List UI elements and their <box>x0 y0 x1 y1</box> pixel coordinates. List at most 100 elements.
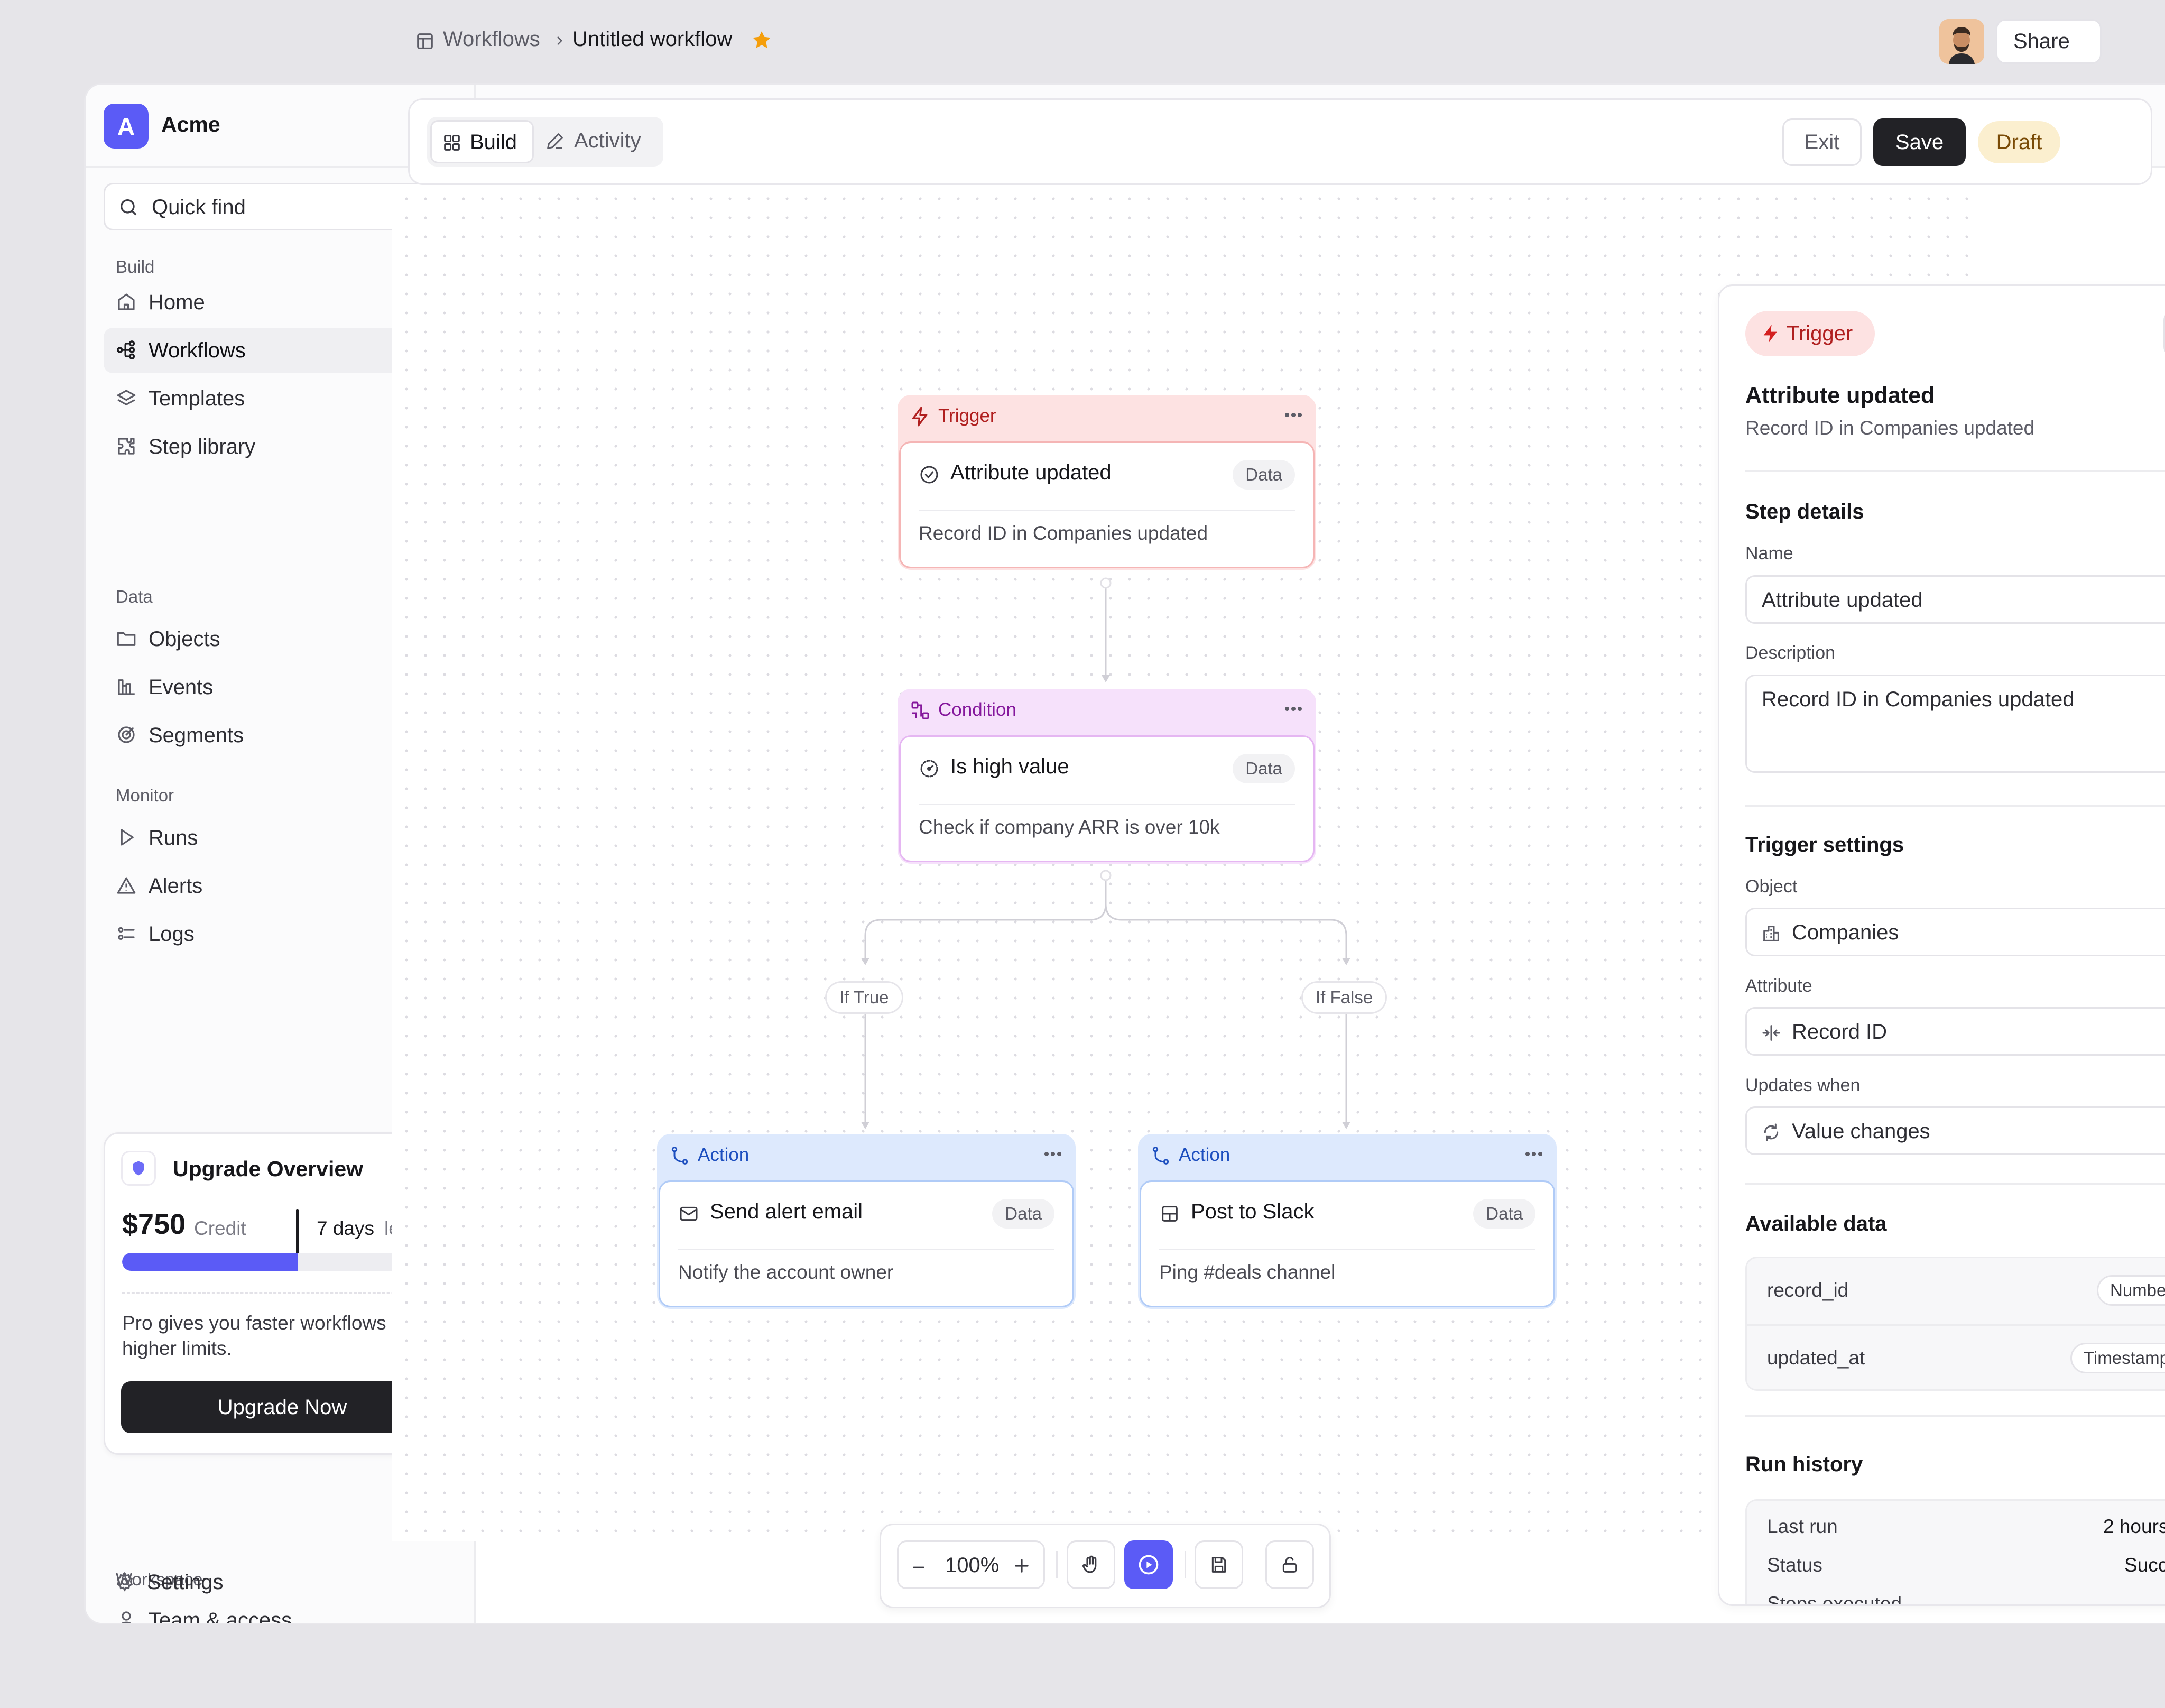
divider <box>1745 470 2165 472</box>
sidebar-item-label: Home <box>149 291 205 314</box>
status-badge: Draft <box>1978 121 2060 163</box>
action-node-email[interactable]: Action Send alert email Data Notify the … <box>657 1134 1076 1309</box>
zoom-in-icon[interactable] <box>1012 1556 1032 1576</box>
more-horizontal-icon[interactable] <box>1524 1151 1543 1157</box>
run-key: Status <box>1767 1554 1822 1576</box>
data-type-badge: Number <box>2097 1275 2165 1306</box>
updates-when-select-value: Value changes <box>1792 1120 1930 1143</box>
exit-button[interactable]: Exit <box>1782 118 1862 166</box>
node-description: Notify the account owner <box>678 1261 894 1283</box>
node-type-label: Action <box>698 1144 750 1165</box>
home-icon <box>118 293 135 310</box>
attribute-label: Attribute <box>1745 976 1812 996</box>
step-inspector-panel: Trigger Attribute updated Record ID in C… <box>1718 284 2165 1606</box>
node-description: Record ID in Companies updated <box>919 522 1208 544</box>
save-button[interactable]: Save <box>1873 118 1966 166</box>
lightning-icon <box>1763 325 1777 343</box>
search-icon <box>121 199 136 215</box>
play-circle-icon <box>1139 1555 1159 1575</box>
user-avatar[interactable] <box>1939 19 1984 64</box>
node-type-label: Action <box>1179 1144 1230 1165</box>
toolbar-separator <box>1185 1551 1186 1578</box>
trigger-pill-label: Trigger <box>1787 322 1853 345</box>
nav-section-build: Build <box>116 257 155 276</box>
slack-icon <box>1162 1206 1178 1222</box>
sidebar-item-label: Workflows <box>149 339 246 362</box>
run-history-list: Last run 2 hours ago Status Success Step… <box>1745 1499 2165 1604</box>
unlock-icon <box>1282 1557 1297 1573</box>
logs-icon <box>118 927 135 940</box>
sidebar-item-label: Events <box>149 676 214 699</box>
run-value: Success <box>2124 1554 2165 1576</box>
breadcrumb-workflows[interactable]: Workflows <box>443 27 540 51</box>
lightning-icon <box>912 407 928 427</box>
node-divider <box>919 804 1295 805</box>
name-input[interactable]: Attribute updated <box>1745 575 2165 624</box>
gear-icon <box>116 1572 133 1592</box>
grid-icon <box>444 135 460 151</box>
share-button[interactable]: Share <box>1996 19 2102 64</box>
run-key: Last run <box>1767 1516 1838 1537</box>
data-badge: Data <box>1233 754 1295 783</box>
mail-icon <box>680 1206 698 1221</box>
divider <box>1745 1415 2165 1417</box>
action-node-slack[interactable]: Action Post to Slack Data Ping #deals ch… <box>1138 1134 1557 1309</box>
workflow-board-icon <box>417 33 433 49</box>
node-title: Send alert email <box>710 1200 863 1223</box>
save-draft-button[interactable] <box>1195 1540 1243 1589</box>
badge-icon <box>121 1151 156 1186</box>
tab-build[interactable]: Build <box>430 120 534 163</box>
description-textarea-value: Record ID in Companies updated <box>1762 688 2075 711</box>
sidebar-item-settings[interactable]: Settings <box>102 1559 458 1605</box>
sidebar-item-label: Step library <box>149 435 256 458</box>
sidebar-item-label: Objects <box>149 627 220 651</box>
workspace-logo[interactable]: A <box>104 104 149 149</box>
node-divider <box>919 510 1295 511</box>
sidebar-item-label: Settings <box>147 1571 224 1594</box>
section-trigger-settings: Trigger settings <box>1745 833 1904 856</box>
name-label: Name <box>1745 543 1793 564</box>
route-icon <box>1152 1147 1169 1165</box>
condition-node[interactable]: Condition Is high value Data Check if co… <box>898 689 1316 864</box>
updates-when-select[interactable]: Value changes <box>1745 1106 2165 1155</box>
object-select-value: Companies <box>1792 921 1899 944</box>
object-select[interactable]: Companies <box>1745 908 2165 956</box>
zoom-out-icon[interactable] <box>910 1559 927 1576</box>
credit-amount: $750 <box>122 1208 186 1240</box>
run-workflow-button[interactable] <box>1124 1540 1173 1589</box>
user-icon <box>122 1611 131 1623</box>
check-circle-icon <box>920 466 938 484</box>
list-item[interactable]: updated_at Timestamp <box>1747 1324 2165 1390</box>
node-title: Post to Slack <box>1191 1200 1315 1223</box>
pan-tool-button[interactable] <box>1067 1540 1115 1589</box>
layers-icon <box>117 390 136 405</box>
alert-triangle-icon <box>117 877 136 894</box>
node-divider <box>678 1249 1054 1250</box>
tab-activity[interactable]: Activity <box>544 120 661 163</box>
node-type-label: Condition <box>938 699 1016 720</box>
section-run-history: Run history <box>1745 1453 1863 1476</box>
sidebar-item-label: Team & access <box>149 1609 292 1624</box>
description-label: Description <box>1745 643 1836 663</box>
breadcrumb-current-workflow[interactable]: Untitled workflow <box>572 27 732 51</box>
node-body: Attribute updated Data Record ID in Comp… <box>899 441 1315 568</box>
branch-label-true: If True <box>825 981 903 1014</box>
trigger-node[interactable]: Trigger Attribute updated Data Record ID… <box>898 395 1316 570</box>
nav-section-data: Data <box>116 587 153 606</box>
divider <box>1745 805 2165 807</box>
more-horizontal-icon[interactable] <box>1284 412 1303 418</box>
lock-button[interactable] <box>1265 1540 1314 1589</box>
nav-section-monitor: Monitor <box>116 786 174 805</box>
workspace-name[interactable]: Acme <box>161 112 220 137</box>
list-item[interactable]: record_id Number <box>1747 1258 2165 1324</box>
puzzle-icon <box>118 438 135 455</box>
description-textarea[interactable]: Record ID in Companies updated <box>1745 675 2165 773</box>
attribute-select[interactable]: Record ID <box>1745 1007 2165 1056</box>
data-key: updated_at <box>1767 1347 1865 1369</box>
more-horizontal-icon[interactable] <box>1043 1151 1062 1157</box>
data-badge: Data <box>1473 1199 1535 1229</box>
star-icon[interactable] <box>750 29 773 52</box>
updates-when-label: Updates when <box>1745 1075 1861 1095</box>
more-horizontal-icon[interactable] <box>1284 706 1303 712</box>
node-body: Is high value Data Check if company ARR … <box>899 735 1315 862</box>
